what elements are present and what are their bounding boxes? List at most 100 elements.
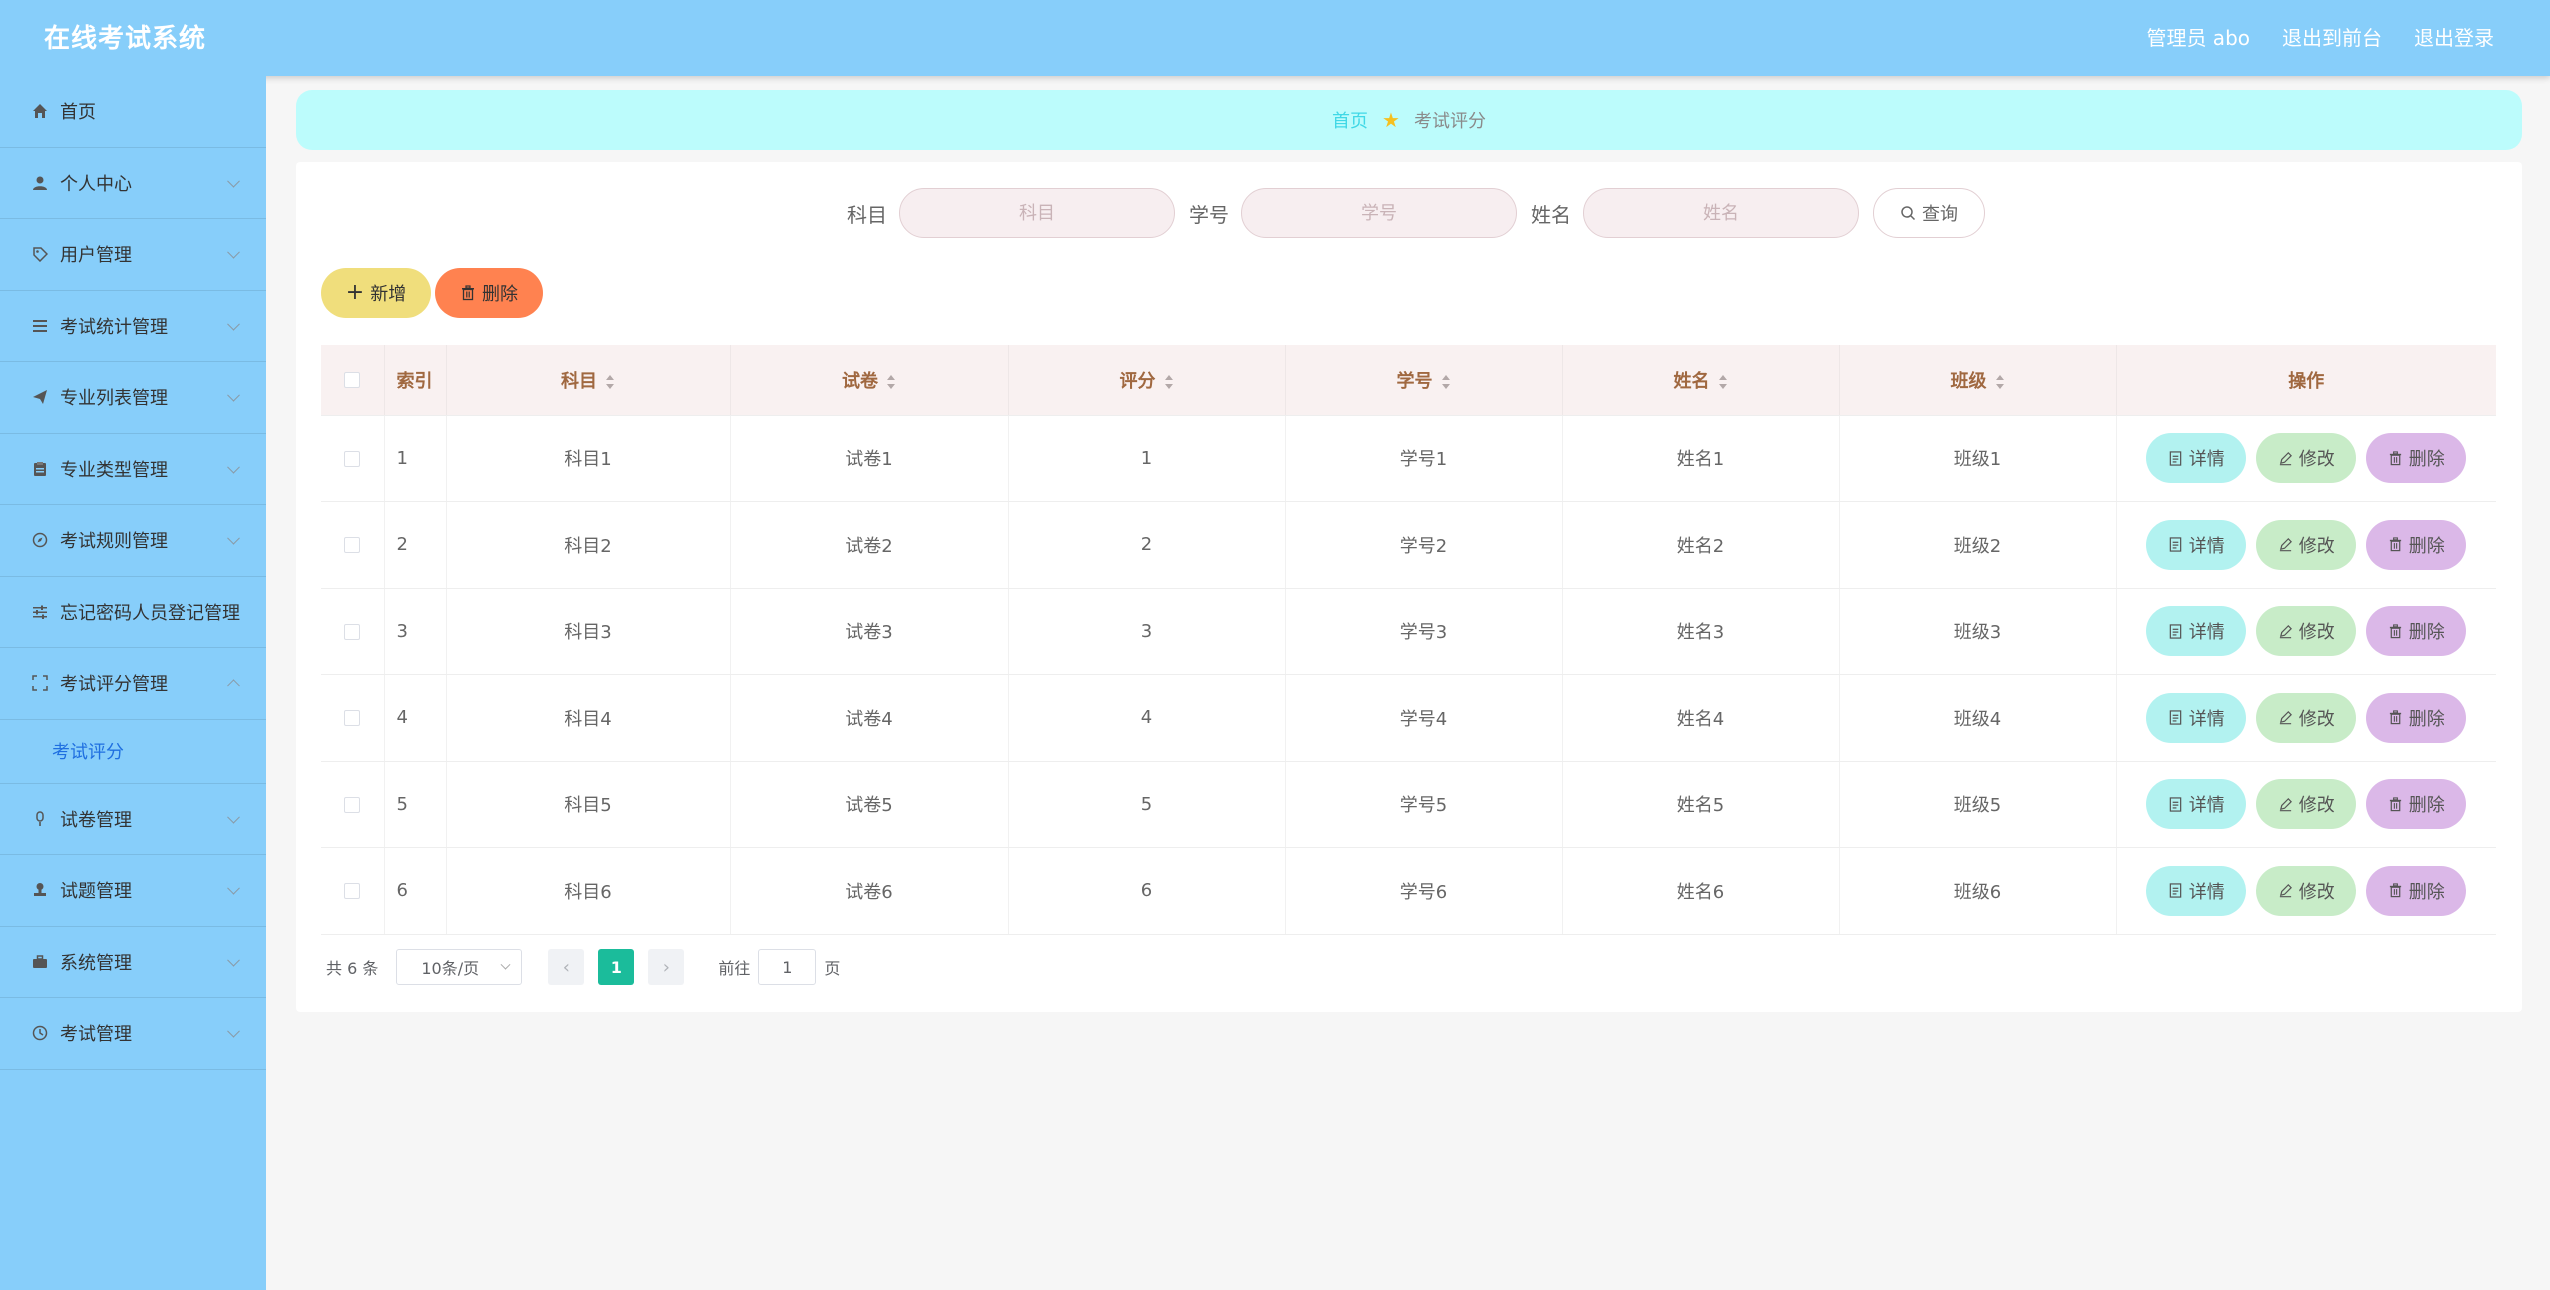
add-button[interactable]: + 新增 [321, 268, 431, 318]
column-subject[interactable]: 科目 [446, 345, 731, 416]
batch-delete-button[interactable]: 删除 [435, 268, 543, 318]
goto-page-input[interactable] [758, 949, 817, 985]
column-score[interactable]: 评分 [1008, 345, 1286, 416]
edit-button[interactable]: 修改 [2256, 692, 2357, 743]
cell-score: 3 [1008, 588, 1286, 675]
chevron-down-icon [227, 460, 240, 474]
table-row: 1 科目1 试卷1 1 学号1 姓名1 班级1 详情 修改 删除 [321, 415, 2496, 502]
delete-button[interactable]: 删除 [2366, 865, 2467, 916]
cell-score: 4 [1008, 674, 1286, 762]
column-class[interactable]: 班级 [1839, 345, 2117, 416]
to-front-link[interactable]: 退出到前台 [2282, 22, 2382, 51]
trash-icon [2389, 624, 2401, 638]
next-page-button[interactable]: › [648, 949, 685, 985]
page-number-button[interactable]: 1 [598, 949, 635, 985]
delete-button-label: 删除 [2408, 881, 2445, 903]
edit-button[interactable]: 修改 [2256, 865, 2357, 916]
document-icon [2169, 624, 2182, 639]
chevron-down-icon [227, 1025, 240, 1038]
sidebar-subitem-exam-scoring[interactable]: 考试评分 [0, 720, 266, 784]
cell-score: 5 [1008, 761, 1286, 848]
breadcrumb-home[interactable]: 首页 [1332, 107, 1368, 133]
clipboard-icon [30, 459, 50, 479]
detail-button[interactable]: 详情 [2146, 692, 2247, 743]
row-actions: 详情 修改 删除 [2117, 865, 2497, 916]
edit-button[interactable]: 修改 [2256, 519, 2357, 570]
select-all-checkbox[interactable] [344, 372, 361, 389]
sidebar-item-user-management[interactable]: 用户管理 [0, 219, 266, 291]
sort-icon [1441, 374, 1451, 389]
sidebar-item-paper-management[interactable]: 试卷管理 [0, 784, 266, 855]
sidebar-item-label: 系统管理 [60, 952, 132, 974]
detail-button[interactable]: 详情 [2146, 433, 2247, 484]
delete-button[interactable]: 删除 [2366, 779, 2467, 830]
chevron-down-icon [227, 882, 240, 895]
sidebar-item-exam-rules[interactable]: 考试规则管理 [0, 505, 266, 577]
edit-icon [2279, 624, 2292, 638]
row-select-cell [321, 588, 385, 675]
sidebar-item-exam-management[interactable]: 考试管理 [0, 998, 266, 1070]
row-checkbox[interactable] [344, 450, 361, 467]
sidebar-item-label: 考试管理 [60, 1024, 132, 1046]
cell-class: 班级4 [1839, 674, 2117, 762]
cell-subject: 科目6 [446, 847, 731, 935]
sidebar-item-label: 考试评分管理 [60, 674, 168, 696]
sidebar-item-label: 专业类型管理 [60, 459, 168, 481]
cell-class: 班级6 [1839, 847, 2117, 935]
sidebar-item-system-management[interactable]: 系统管理 [0, 927, 266, 998]
sidebar-item-question-management[interactable]: 试题管理 [0, 855, 266, 927]
chevron-down-icon [227, 317, 240, 331]
delete-button[interactable]: 删除 [2366, 519, 2467, 570]
prev-page-button[interactable]: ‹ [548, 949, 585, 985]
column-student-no[interactable]: 学号 [1285, 345, 1563, 416]
sidebar-item-home[interactable]: 首页 [0, 76, 266, 148]
row-checkbox[interactable] [344, 623, 361, 640]
query-button[interactable]: 查询 [1873, 188, 1985, 238]
column-index: 索引 [384, 345, 447, 416]
sidebar-item-label: 用户管理 [60, 245, 132, 267]
detail-button[interactable]: 详情 [2146, 606, 2247, 657]
detail-button[interactable]: 详情 [2146, 519, 2247, 570]
cell-actions: 详情 修改 删除 [2116, 847, 2497, 935]
student-no-input[interactable] [1241, 188, 1517, 238]
name-input[interactable] [1583, 188, 1859, 238]
delete-button[interactable]: 删除 [2366, 433, 2467, 484]
column-name[interactable]: 姓名 [1562, 345, 1840, 416]
table-row: 4 科目4 试卷4 4 学号4 姓名4 班级4 详情 修改 删除 [321, 674, 2496, 762]
content-card: 科目 学号 姓名 查询 + 新增 删除 索引 科目 试卷 [296, 162, 2522, 1012]
sidebar-item-exam-scoring[interactable]: 考试评分管理 [0, 648, 266, 720]
delete-button[interactable]: 删除 [2366, 692, 2467, 743]
cell-actions: 详情 修改 删除 [2116, 501, 2496, 589]
sidebar-item-label: 试题管理 [60, 881, 132, 903]
sidebar-item-personal-center[interactable]: 个人中心 [0, 148, 266, 219]
sidebar-item-forgot-password[interactable]: 忘记密码人员登记管理 [0, 577, 266, 648]
row-checkbox[interactable] [344, 796, 361, 813]
subject-input[interactable] [899, 188, 1175, 238]
home-icon [30, 101, 50, 121]
sidebar: 首页 个人中心 用户管理 考试统计管理 专业列表管理 专业类型管理 考试规则管理… [0, 76, 266, 1290]
chevron-down-icon [227, 810, 240, 824]
row-checkbox[interactable] [344, 537, 361, 554]
edit-button[interactable]: 修改 [2256, 433, 2357, 484]
cell-score: 1 [1008, 415, 1286, 502]
chevron-left-icon: ‹ [562, 956, 570, 978]
delete-button[interactable]: 删除 [2366, 606, 2467, 657]
sidebar-item-major-type[interactable]: 专业类型管理 [0, 434, 266, 505]
logout-link[interactable]: 退出登录 [2414, 22, 2494, 51]
detail-button[interactable]: 详情 [2146, 779, 2247, 830]
edit-button[interactable]: 修改 [2256, 779, 2357, 830]
row-checkbox[interactable] [344, 883, 361, 900]
cell-score: 6 [1008, 847, 1286, 935]
cell-name: 姓名2 [1562, 501, 1840, 589]
column-paper[interactable]: 试卷 [730, 345, 1009, 416]
row-checkbox[interactable] [344, 710, 361, 727]
sidebar-item-label: 忘记密码人员登记管理 [60, 602, 240, 624]
sidebar-item-major-list[interactable]: 专业列表管理 [0, 362, 266, 434]
edit-button[interactable]: 修改 [2256, 606, 2357, 657]
column-score-label: 评分 [1119, 370, 1156, 392]
sidebar-item-exam-stats[interactable]: 考试统计管理 [0, 291, 266, 362]
admin-user-link[interactable]: 管理员 abo [2146, 22, 2250, 51]
page-size-select[interactable]: 10条/页 [396, 949, 523, 985]
column-name-label: 姓名 [1673, 370, 1710, 392]
detail-button[interactable]: 详情 [2146, 865, 2247, 916]
